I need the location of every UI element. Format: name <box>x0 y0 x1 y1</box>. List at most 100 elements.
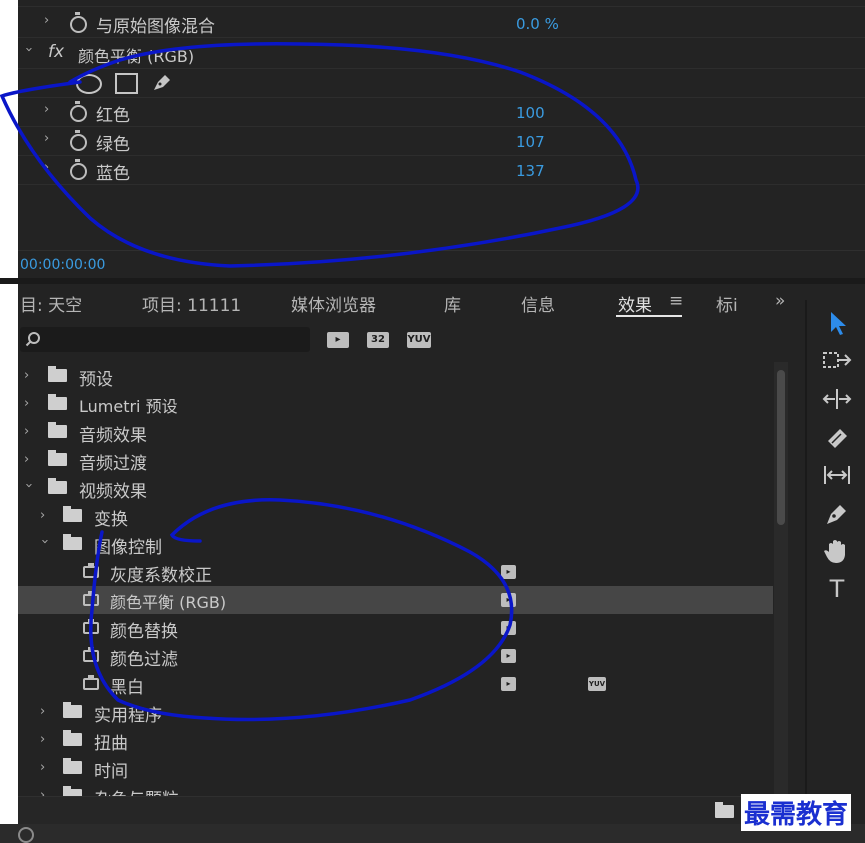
chevron-down-icon[interactable]: › <box>37 539 52 544</box>
tree-label: Lumetri 预设 <box>79 397 178 416</box>
selection-tool-icon[interactable] <box>818 307 856 339</box>
color-balance-title: 颜色平衡 (RGB) <box>78 47 195 66</box>
blend-row[interactable]: › 与原始图像混合 0.0 % <box>18 8 865 38</box>
folder-icon <box>48 422 67 438</box>
tree-label: 预设 <box>79 370 113 390</box>
param-label: 蓝色 <box>96 164 130 184</box>
chevron-right-icon[interactable]: › <box>40 760 45 775</box>
track-select-tool-icon[interactable] <box>818 345 856 377</box>
tree-folder-transform[interactable]: › 变换 <box>18 502 773 530</box>
tree-label: 时间 <box>94 762 128 782</box>
chevron-right-icon[interactable]: › <box>24 368 29 383</box>
accelerated-badge-icon: ▸ <box>501 677 516 691</box>
stopwatch-icon[interactable] <box>70 101 87 122</box>
accelerated-badge-icon: ▸ <box>501 565 516 579</box>
tab-info[interactable]: 信息 <box>521 291 555 316</box>
preset-folder-icon <box>48 394 67 410</box>
tab-project[interactable]: 项目: 11111 <box>142 291 241 316</box>
chevron-right-icon[interactable]: › <box>24 424 29 439</box>
tree-label: 颜色过滤 <box>110 650 178 670</box>
tree-label: 视频效果 <box>79 482 147 502</box>
tree-label: 颜色替换 <box>110 622 178 642</box>
slip-tool-icon[interactable] <box>818 459 856 491</box>
param-row-green[interactable]: › 绿色 107 <box>18 126 865 156</box>
chevron-right-icon[interactable]: › <box>44 131 49 146</box>
tree-folder-noise-grain[interactable]: › 杂色与颗粒 <box>18 782 773 796</box>
pen-tool-icon[interactable] <box>818 497 856 529</box>
param-value[interactable]: 137 <box>516 162 545 180</box>
tree-folder-presets[interactable]: › 预设 <box>18 362 773 390</box>
tree-label: 图像控制 <box>94 538 162 558</box>
tree-effect-black-white[interactable]: 黑白 ▸ YUV <box>18 670 773 698</box>
mask-tools-row <box>18 68 865 98</box>
color-balance-header-row[interactable]: › fx 颜色平衡 (RGB) <box>18 39 865 69</box>
tree-effect-color-pass[interactable]: 颜色过滤 ▸ <box>18 642 773 670</box>
tab-timeline[interactable]: 目: 天空 <box>20 291 82 316</box>
pen-mask-icon[interactable] <box>150 71 174 93</box>
chevron-down-icon[interactable]: › <box>21 483 36 488</box>
tree-effect-color-balance[interactable]: 颜色平衡 (RGB) ▸ <box>18 586 773 614</box>
blend-value[interactable]: 0.0 % <box>516 15 559 33</box>
param-row-red[interactable]: › 红色 100 <box>18 97 865 127</box>
tree-folder-utility[interactable]: › 实用程序 <box>18 698 773 726</box>
param-value[interactable]: 100 <box>516 104 545 122</box>
timecode-display[interactable]: 00:00:00:00 <box>20 257 105 273</box>
effect-icon <box>83 675 99 690</box>
tab-media-browser[interactable]: 媒体浏览器 <box>291 291 376 316</box>
tree-folder-time[interactable]: › 时间 <box>18 754 773 782</box>
ripple-edit-tool-icon[interactable] <box>818 383 856 415</box>
tree-label: 实用程序 <box>94 706 162 726</box>
chevron-right-icon[interactable]: › <box>40 704 45 719</box>
type-tool-icon[interactable]: T <box>818 573 856 605</box>
new-bin-icon[interactable] <box>715 802 734 818</box>
param-row-blue[interactable]: › 蓝色 137 <box>18 155 865 185</box>
stopwatch-icon[interactable] <box>70 130 87 151</box>
effect-icon <box>83 563 99 578</box>
chevron-down-icon[interactable]: › <box>21 47 36 52</box>
hand-tool-icon[interactable] <box>818 535 856 567</box>
yuv-filter-icon[interactable]: YUV <box>407 332 431 348</box>
ellipse-mask-icon[interactable] <box>76 74 102 94</box>
tree-folder-audio-transitions[interactable]: › 音频过渡 <box>18 446 773 474</box>
tab-effects[interactable]: 效果 <box>618 291 652 316</box>
tree-folder-lumetri-presets[interactable]: › Lumetri 预设 <box>18 390 773 418</box>
preset-folder-icon <box>48 366 67 382</box>
tab-markers[interactable]: 标i <box>716 291 738 316</box>
yuv-badge-icon: YUV <box>588 677 606 691</box>
razor-tool-icon[interactable] <box>818 421 856 453</box>
param-label: 红色 <box>96 106 130 126</box>
search-icon <box>25 332 40 347</box>
chevron-right-icon[interactable]: › <box>40 508 45 523</box>
chevron-right-icon[interactable]: › <box>24 452 29 467</box>
tree-effect-color-replace[interactable]: 颜色替换 ▸ <box>18 614 773 642</box>
tree-folder-distort[interactable]: › 扭曲 <box>18 726 773 754</box>
stopwatch-icon[interactable] <box>70 12 87 33</box>
chevron-right-icon[interactable]: › <box>40 788 45 796</box>
tree-folder-audio-effects[interactable]: › 音频效果 <box>18 418 773 446</box>
folder-icon <box>63 506 82 522</box>
scrollbar-thumb[interactable] <box>777 370 785 525</box>
chevron-right-icon[interactable]: › <box>44 160 49 175</box>
rectangle-mask-icon[interactable] <box>115 73 138 94</box>
param-value[interactable]: 107 <box>516 133 545 151</box>
status-bar <box>0 824 865 843</box>
tab-libraries[interactable]: 库 <box>444 291 461 316</box>
search-input[interactable] <box>20 327 310 352</box>
tree-label: 变换 <box>94 510 128 530</box>
stopwatch-icon[interactable] <box>70 159 87 180</box>
chevron-right-icon[interactable]: › <box>24 396 29 411</box>
chevron-right-icon[interactable]: › <box>44 102 49 117</box>
tree-folder-video-effects[interactable]: › 视频效果 <box>18 474 773 502</box>
tree-effect-gamma[interactable]: 灰度系数校正 ▸ <box>18 558 773 586</box>
tree-folder-image-control[interactable]: › 图像控制 <box>18 530 773 558</box>
accelerated-effects-filter-icon[interactable]: ▸ <box>327 332 349 348</box>
timecode-bar: 00:00:00:00 <box>18 250 865 279</box>
effect-icon <box>83 591 99 606</box>
chevron-right-icon[interactable]: › <box>40 732 45 747</box>
chevron-right-icon[interactable]: › <box>44 13 49 28</box>
fx-badge[interactable]: fx <box>48 42 64 62</box>
32bit-filter-icon[interactable]: 32 <box>367 332 389 348</box>
panel-menu-icon[interactable]: ≡ <box>669 291 683 311</box>
folder-icon <box>63 730 82 746</box>
overflow-icon[interactable]: » <box>775 291 785 311</box>
